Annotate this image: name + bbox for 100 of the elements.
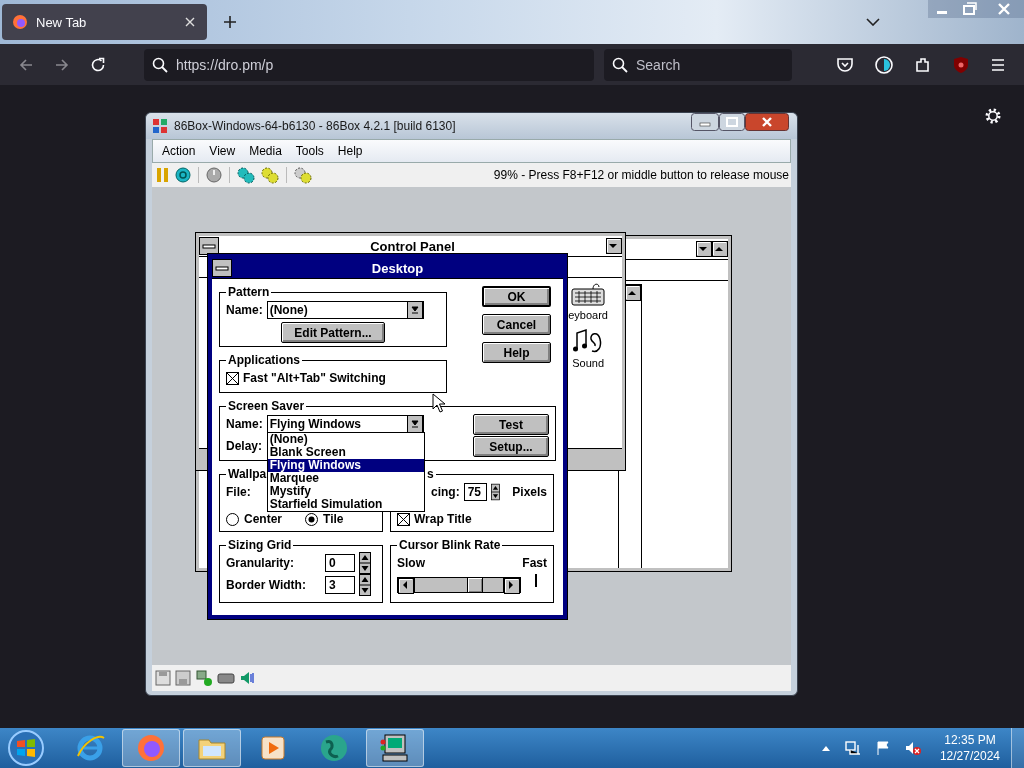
group-label: Cursor Blink Rate: [398, 538, 502, 552]
settings-icon[interactable]: [984, 107, 1002, 125]
list-option[interactable]: Flying Windows: [267, 459, 424, 472]
checkbox-label: Fast "Alt+Tab" Switching: [243, 371, 386, 385]
gears-icon[interactable]: [260, 166, 280, 184]
shield-icon[interactable]: [952, 55, 970, 74]
radio-button[interactable]: [305, 512, 318, 526]
flag-icon[interactable]: [874, 740, 891, 756]
menu-item[interactable]: Action: [155, 144, 203, 158]
chevron-down-icon[interactable]: [866, 18, 880, 26]
reset-icon[interactable]: [174, 166, 192, 184]
show-desktop-button[interactable]: [1011, 728, 1024, 768]
menu-item[interactable]: Tools: [288, 144, 331, 158]
menu-item[interactable]: Media: [242, 144, 289, 158]
slider-label: Fast: [522, 556, 547, 570]
reload-icon[interactable]: [90, 56, 106, 73]
search-icon: [612, 56, 628, 73]
scroll-left-button[interactable]: [398, 578, 414, 594]
browser-tab[interactable]: New Tab: [2, 4, 207, 40]
dialog-button[interactable]: Cancel: [482, 314, 551, 335]
dropdown[interactable]: (None): [266, 301, 424, 319]
checkbox[interactable]: [226, 371, 239, 385]
field-label: Border Width:: [226, 578, 307, 592]
list-option[interactable]: Marquee: [267, 472, 424, 485]
group-label: Screen Saver: [227, 399, 306, 413]
icon-label[interactable]: Sound: [572, 357, 604, 369]
spin-buttons[interactable]: [359, 552, 371, 574]
list-option[interactable]: Blank Screen: [267, 446, 424, 459]
taskbar-button[interactable]: [366, 729, 424, 767]
field-label: cing:: [431, 485, 460, 499]
dropdown[interactable]: Flying Windows: [266, 415, 424, 433]
field-label: Name:: [226, 417, 263, 431]
close-icon[interactable]: [745, 113, 789, 131]
search-field[interactable]: Search: [604, 48, 792, 81]
menu-item[interactable]: Help: [330, 144, 370, 158]
search-icon: [152, 56, 168, 73]
forward-icon[interactable]: [54, 56, 70, 73]
field-label: Name:: [226, 303, 263, 317]
ring-icon[interactable]: [874, 54, 894, 75]
clock-time[interactable]: 12:35 PM: [944, 733, 996, 747]
menu-icon[interactable]: [990, 56, 1006, 73]
window-title: 86Box-Windows-64-b6130 - 86Box 4.2.1 [build 6130]: [174, 119, 456, 133]
spin-buttons[interactable]: [359, 574, 371, 596]
minimize-icon[interactable]: [691, 113, 719, 131]
number-field[interactable]: 75: [463, 483, 488, 501]
app-icon: [152, 118, 168, 134]
power-icon[interactable]: [205, 166, 223, 184]
taskbar-button[interactable]: [183, 729, 241, 767]
address-field[interactable]: https://dro.pm/p: [144, 48, 594, 81]
list-option[interactable]: Starfield Simulation: [267, 498, 424, 511]
speaker-icon[interactable]: [239, 670, 255, 686]
edit-pattern-button[interactable]: Edit Pattern...: [281, 321, 385, 343]
firefox-icon: [135, 732, 167, 764]
icon-label[interactable]: eyboard: [568, 309, 608, 321]
list-option[interactable]: (None): [267, 433, 424, 446]
slider-label: Slow: [397, 556, 425, 570]
checkbox[interactable]: [397, 512, 410, 526]
gears-icon[interactable]: [236, 166, 256, 184]
system-menu-button[interactable]: [212, 259, 232, 277]
group-label: Applications: [227, 353, 301, 367]
field-label: Granularity:: [226, 556, 295, 570]
text-cursor-icon: [535, 574, 537, 587]
setup-button[interactable]: Setup...: [473, 435, 549, 457]
back-icon[interactable]: [18, 56, 34, 73]
window-title: Control Panel: [369, 238, 456, 254]
keyboard-icon[interactable]: [571, 281, 606, 307]
scroll-right-button[interactable]: [504, 578, 520, 594]
group-label: Wallpa: [227, 467, 268, 481]
unit-label: Pixels: [512, 485, 547, 499]
window-title: Desktop: [370, 260, 425, 276]
taskbar-button[interactable]: [122, 729, 180, 767]
test-button[interactable]: Test: [473, 413, 549, 435]
radio-label: Tile: [323, 512, 344, 526]
checkbox-label: Wrap Title: [414, 512, 472, 526]
computer-icon: [379, 732, 411, 764]
gears-icon[interactable]: [293, 166, 313, 184]
globe-icon: [318, 732, 350, 764]
pocket-icon[interactable]: [836, 55, 854, 74]
number-field[interactable]: 0: [325, 554, 355, 572]
list-option[interactable]: Mystify: [267, 485, 424, 498]
tray-arrow-icon[interactable]: [820, 744, 831, 752]
clock-date[interactable]: 12/27/2024: [939, 749, 1000, 763]
maximize-icon[interactable]: [719, 113, 745, 131]
new-tab-icon[interactable]: [223, 15, 237, 29]
field-label: File:: [226, 485, 251, 499]
menu-item[interactable]: View: [202, 144, 243, 158]
number-field[interactable]: 3: [325, 576, 355, 594]
spin-buttons[interactable]: [491, 481, 501, 503]
radio-label: Center: [244, 512, 282, 526]
dialog-button[interactable]: OK: [482, 286, 551, 307]
start-button[interactable]: [6, 729, 46, 767]
group-label: Sizing Grid: [227, 538, 293, 552]
dialog-button[interactable]: Help: [482, 342, 551, 363]
puzzle-icon[interactable]: [914, 55, 932, 74]
network-icon[interactable]: [843, 740, 862, 756]
status-text: 99% - Press F8+F12 or middle button to release mouse: [493, 168, 789, 182]
volume-muted-icon[interactable]: [903, 740, 922, 756]
radio-button[interactable]: [226, 512, 239, 526]
slider-thumb[interactable]: [467, 578, 483, 592]
field-label: Delay:: [226, 439, 263, 453]
